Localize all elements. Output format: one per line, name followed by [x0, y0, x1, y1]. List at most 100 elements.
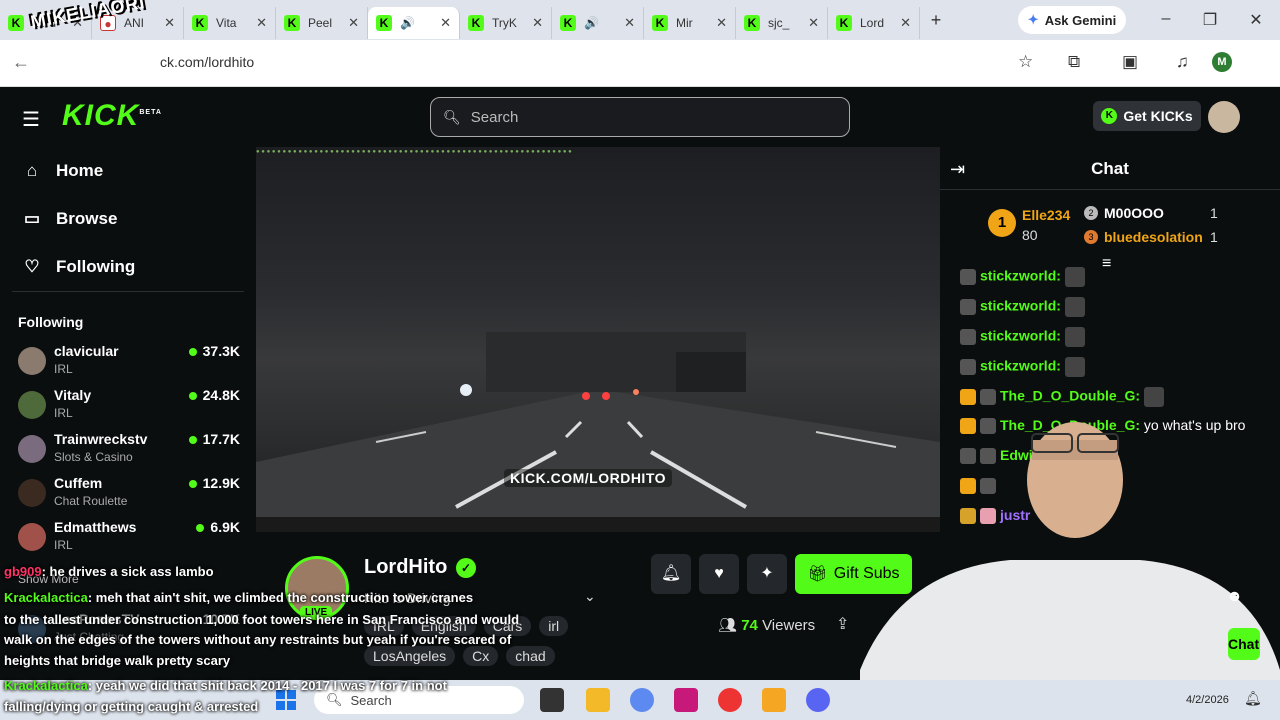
browser-tab[interactable]: K Peel ✕ [276, 7, 368, 39]
emoji-icon[interactable]: ☻ [1226, 588, 1243, 606]
viewer-count: 👥︎ 74 Viewers [718, 617, 816, 634]
chevron-down-icon[interactable]: ⌄ [584, 588, 596, 605]
viewers-icon: 👥︎ [718, 617, 738, 634]
close-tab-icon[interactable]: ✕ [716, 15, 727, 31]
browser-tab[interactable]: K 🔊 ✕ [552, 7, 644, 39]
app-icon[interactable] [674, 688, 698, 712]
chat-send-button[interactable]: Chat [1228, 628, 1260, 660]
back-icon[interactable]: ← [12, 52, 30, 73]
discord-icon[interactable] [806, 688, 830, 712]
media-controls-icon[interactable]: ♫ [1176, 52, 1189, 72]
get-kicks-button[interactable]: K Get KICKs [1093, 101, 1201, 131]
share-icon[interactable]: ⇪ [836, 614, 849, 634]
url-field[interactable]: ck.com/lordhito [160, 54, 254, 70]
notification-bell-button[interactable]: 🔔︎ [651, 554, 691, 594]
channel-avatar [18, 523, 46, 551]
close-tab-icon[interactable]: ✕ [440, 15, 451, 31]
kick-icon: K [836, 15, 852, 31]
emote-icon [1144, 387, 1165, 407]
new-tab-button[interactable]: + [920, 10, 952, 31]
chat-ticker-overlay: ● ● ● ● ● ● ● ● ● ● ● ● ● ● ● ● ● ● ● ● … [256, 149, 572, 155]
following-channel[interactable]: Edmatthews IRL 6.9K [18, 519, 240, 559]
restore-icon[interactable]: ❐ [1198, 10, 1222, 30]
browser-tab[interactable]: K TryK ✕ [460, 7, 552, 39]
leaderboard-first-value: 80 [1022, 227, 1038, 243]
following-channel[interactable]: clavicular IRL 37.3K [18, 343, 240, 383]
speaker-icon[interactable]: 🔊 [584, 16, 599, 30]
profile-avatar[interactable]: M [1212, 52, 1232, 72]
filter-icon[interactable]: ≡ [1102, 255, 1111, 273]
home-icon: ⌂ [26, 161, 38, 180]
browser-tab[interactable]: Ksjc_ ✕ [736, 7, 828, 39]
search-icon: 🔍︎ [443, 108, 461, 125]
cast-icon[interactable]: ▣ [1122, 52, 1138, 72]
emote-icon [1064, 357, 1085, 377]
browser-tab-active[interactable]: K 🔊 ✕ [368, 7, 460, 39]
notification-icon[interactable]: 🔔︎ [1244, 690, 1262, 707]
following-channel[interactable]: Vitaly IRL 24.8K [18, 387, 240, 427]
close-tab-icon[interactable]: ✕ [808, 15, 819, 31]
search-input[interactable] [470, 108, 831, 126]
close-tab-icon[interactable]: ✕ [900, 15, 911, 31]
follow-button[interactable]: ♥ [699, 554, 739, 594]
user-avatar[interactable] [1208, 101, 1240, 133]
browser-tab[interactable]: K Mir ✕ [644, 7, 736, 39]
minimize-icon[interactable]: – [1154, 10, 1178, 28]
task-view-icon[interactable] [540, 688, 564, 712]
browse-icon: ▭ [23, 209, 41, 228]
browser-tab[interactable]: K Vita ✕ [184, 7, 276, 39]
site-header: ☰ KICKBETA 🔍︎ KGet KICKs [0, 87, 1280, 147]
chat-message: The_D_O_Double_G: [960, 387, 1165, 407]
leaderboard-third-name[interactable]: bluedesolation [1104, 229, 1203, 245]
extensions-icon[interactable]: ⧉ [1068, 52, 1080, 72]
nav-following[interactable]: ♡ Following [22, 257, 135, 277]
nav-home[interactable]: ⌂ Home [22, 161, 103, 181]
file-explorer-icon[interactable] [586, 688, 610, 712]
kick-logo[interactable]: KICKBETA [62, 99, 162, 133]
user-badge-icon [960, 299, 976, 315]
stream-tag[interactable]: LosAngeles [364, 646, 456, 666]
chrome-icon[interactable] [718, 688, 742, 712]
stream-tag[interactable]: Cx [463, 646, 499, 666]
close-tab-icon[interactable]: ✕ [532, 15, 543, 31]
close-tab-icon[interactable]: ✕ [164, 15, 175, 31]
stream-tag[interactable]: chad [506, 646, 555, 666]
kick-icon: K [192, 15, 208, 31]
address-bar: ← ck.com/lordhito ☆ ⧉ ▣ ♫ M [0, 40, 1280, 87]
chat-message: stickzworld: [960, 327, 1085, 347]
browser-tab[interactable]: K Lord ✕ [828, 7, 920, 39]
following-channel[interactable]: Trainwreckstv Slots & Casino 17.7K [18, 431, 240, 471]
stream-tag[interactable]: irl [539, 616, 569, 636]
ask-gemini-button[interactable]: ✦ Ask Gemini [1018, 6, 1126, 34]
crown-badge-icon [960, 389, 976, 405]
following-channel[interactable]: Cuffem Chat Roulette 12.9K [18, 475, 240, 515]
menu-icon[interactable]: ☰ [22, 107, 40, 132]
emote-icon [1064, 327, 1085, 347]
heart-icon: ♥ [714, 565, 724, 582]
streamer-name[interactable]: LordHito [364, 556, 447, 579]
kick-icon: K [744, 15, 760, 31]
close-window-icon[interactable]: ✕ [1244, 10, 1268, 30]
overlay-chat-line: to the tallest under construction 1,000 … [4, 612, 520, 627]
leaderboard-first-name[interactable]: Elle234 [1022, 207, 1070, 223]
speaker-icon[interactable]: 🔊 [400, 16, 415, 30]
chat-title: Chat [1091, 159, 1129, 178]
live-dot-icon [188, 392, 197, 400]
kick-icon: K [468, 15, 484, 31]
close-tab-icon[interactable]: ✕ [256, 15, 267, 31]
video-player[interactable]: ● ● ● ● ● ● ● ● ● ● ● ● ● ● ● ● ● ● ● ● … [256, 147, 940, 532]
leaderboard-first-rank: 1 [988, 209, 1016, 237]
leaderboard-second-name[interactable]: M00OOO [1104, 205, 1164, 221]
app-icon[interactable] [762, 688, 786, 712]
copilot-icon[interactable] [630, 688, 654, 712]
search-bar[interactable]: 🔍︎ [430, 97, 850, 137]
close-tab-icon[interactable]: ✕ [624, 15, 635, 31]
verified-icon: ✓ [456, 558, 476, 578]
kick-icon: K [652, 15, 668, 31]
nav-browse[interactable]: ▭ Browse [22, 209, 117, 229]
close-tab-icon[interactable]: ✕ [348, 15, 359, 31]
sparkle-button[interactable]: ✦ [747, 554, 787, 594]
bookmark-star-icon[interactable]: ☆ [1018, 52, 1033, 72]
chat-message: stickzworld: [960, 267, 1085, 287]
divider [12, 291, 244, 292]
